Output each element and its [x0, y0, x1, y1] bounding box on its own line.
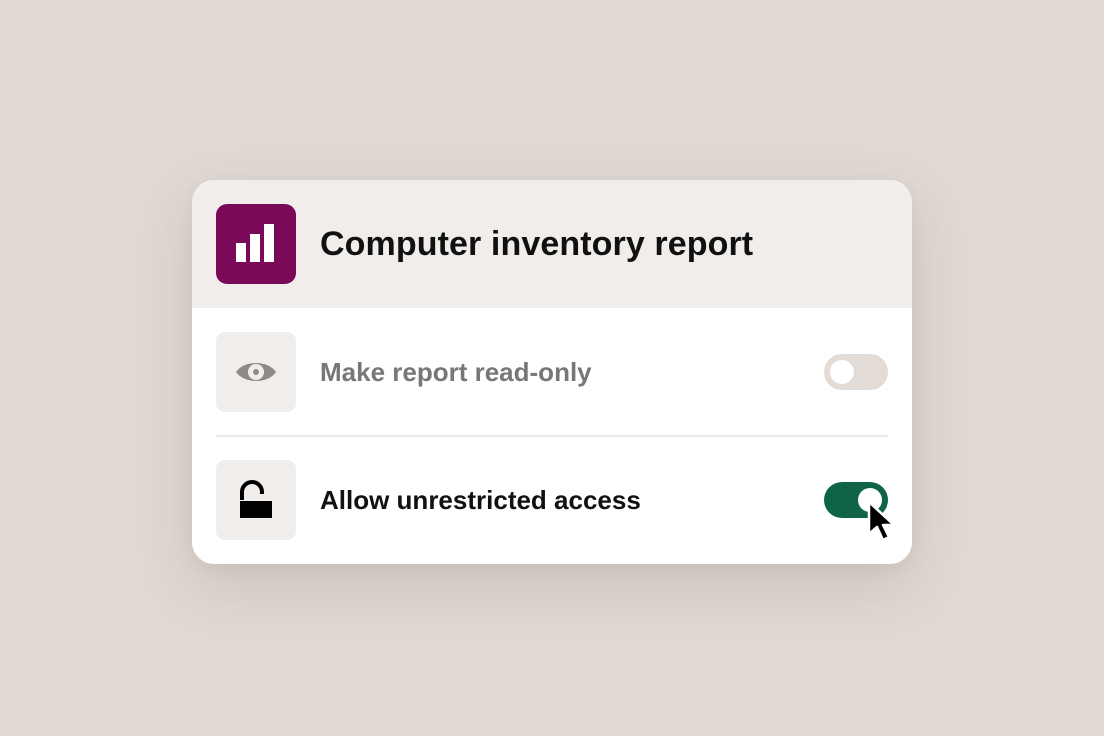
card-header: Computer inventory report	[192, 180, 912, 308]
unlocked-padlock-icon	[216, 460, 296, 540]
eye-icon	[216, 332, 296, 412]
bar-chart-icon	[216, 204, 296, 284]
mouse-pointer-icon	[867, 500, 896, 542]
read-only-label: Make report read-only	[320, 356, 592, 387]
unrestricted-access-label: Allow unrestricted access	[320, 484, 641, 515]
row-divider	[216, 435, 888, 437]
setting-row-unrestricted-access: Allow unrestricted access	[216, 460, 888, 540]
setting-row-read-only: Make report read-only	[216, 332, 888, 412]
toggle-knob	[830, 360, 854, 384]
read-only-toggle[interactable]	[824, 354, 888, 390]
report-title: Computer inventory report	[320, 224, 754, 263]
report-settings-card: Computer inventory report Make report re…	[192, 180, 912, 564]
